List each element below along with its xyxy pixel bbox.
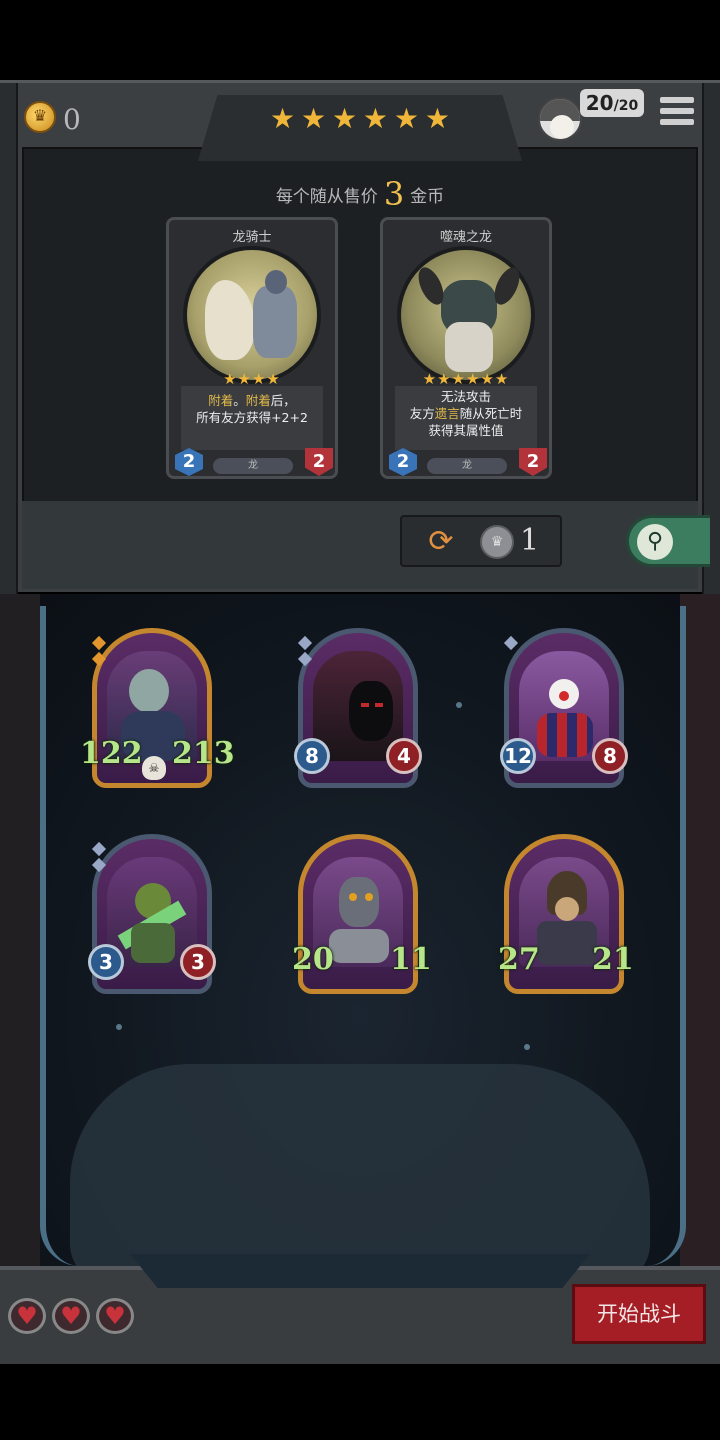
shop-frame-left <box>0 83 18 595</box>
player-count-bubble: 20/20 <box>580 89 644 117</box>
silver-coin-icon: ♛ <box>480 525 514 559</box>
dragon-knight-portrait <box>183 246 321 384</box>
refresh-button[interactable]: ⟳ ♛ 1 <box>400 515 562 567</box>
battle-board: 122 213 ☠ 8 4 12 8 3 3 20 11 27 21 ♥ ♥ ♥… <box>0 594 720 1364</box>
star-icon: ★ <box>300 102 327 135</box>
card-health: 2 <box>305 448 333 476</box>
card-tribe: 龙 <box>213 458 293 474</box>
search-button[interactable]: ⚲ <box>626 515 710 567</box>
minion-health: 4 <box>386 738 422 774</box>
heart-icon: ♥ <box>96 1298 134 1334</box>
minion-attack: 3 <box>88 944 124 980</box>
shop-controls-bar <box>22 501 698 589</box>
minion-attack: 12 <box>500 738 536 774</box>
sell-prefix: 每个随从售价 <box>275 187 378 207</box>
soul-devourer-dragon-portrait <box>397 246 535 384</box>
minion-attack: 20 <box>292 942 334 977</box>
board-floor-center <box>130 1254 590 1288</box>
lives: ♥ ♥ ♥ <box>8 1298 134 1334</box>
start-battle-button[interactable]: 开始战斗 <box>572 1284 706 1344</box>
star-icon: ★ <box>424 102 450 135</box>
star-icon: ★ <box>270 102 296 135</box>
skull-icon: ☠ <box>142 756 166 780</box>
card-description: 无法攻击 友方遗言随从死亡时 获得其属性值 <box>395 386 537 450</box>
refresh-icon: ⟳ <box>428 524 454 559</box>
heart-icon: ♥ <box>52 1298 90 1334</box>
tavern-tier-stars[interactable]: ★ ★ ★ ★ ★ ★ <box>270 103 450 135</box>
minion-attack: 8 <box>294 738 330 774</box>
background-cloud <box>70 1064 650 1284</box>
minion-health: 3 <box>180 944 216 980</box>
minion-health: 213 <box>172 736 235 771</box>
board-wall-left <box>0 594 40 1360</box>
minion-health: 21 <box>592 942 634 977</box>
board-frame-right <box>640 606 686 1266</box>
card-tribe: 龙 <box>427 458 507 474</box>
board-wall-right <box>680 594 720 1360</box>
card-name: 龙骑士 <box>232 230 272 245</box>
menu-icon[interactable] <box>660 97 694 131</box>
minion-health: 11 <box>390 942 432 977</box>
minion-attack: 122 <box>80 736 143 771</box>
refresh-cost: 1 <box>520 523 540 558</box>
card-attack: 2 <box>175 448 203 476</box>
coin-icon: ♛ <box>24 101 56 133</box>
minion-attack: 27 <box>498 942 540 977</box>
shop-card[interactable]: 噬魂之龙 ★★★★★★ 无法攻击 友方遗言随从死亡时 获得其属性值 龙 2 2 <box>380 217 552 479</box>
sell-suffix: 金币 <box>410 187 445 207</box>
card-description: 附着。附着后， 所有友方获得+2+2 <box>181 386 323 450</box>
coin-count: 0 <box>63 103 81 136</box>
star-icon: ★ <box>362 102 389 135</box>
card-health: 2 <box>519 448 547 476</box>
player-count: 20 <box>585 91 614 115</box>
shop-card[interactable]: 龙骑士 ★★★★ 附着。附着后， 所有友方获得+2+2 龙 2 2 <box>166 217 338 479</box>
card-name: 噬魂之龙 <box>439 230 492 245</box>
heart-icon: ♥ <box>8 1298 46 1334</box>
card-attack: 2 <box>389 448 417 476</box>
player-total: /20 <box>613 98 639 114</box>
shop-panel: ★ ★ ★ ★ ★ ★ ♛ 0 20/20 每个随从售价 3 金币 龙骑士 ★★★★… <box>0 80 720 595</box>
player-avatar[interactable] <box>538 97 582 141</box>
minion-health: 8 <box>592 738 628 774</box>
star-icon: ★ <box>393 102 419 135</box>
star-icon: ★ <box>331 102 358 135</box>
search-icon: ⚲ <box>637 524 673 560</box>
sell-price: 3 <box>383 175 405 213</box>
sell-price-text: 每个随从售价 3 金币 <box>0 175 720 213</box>
